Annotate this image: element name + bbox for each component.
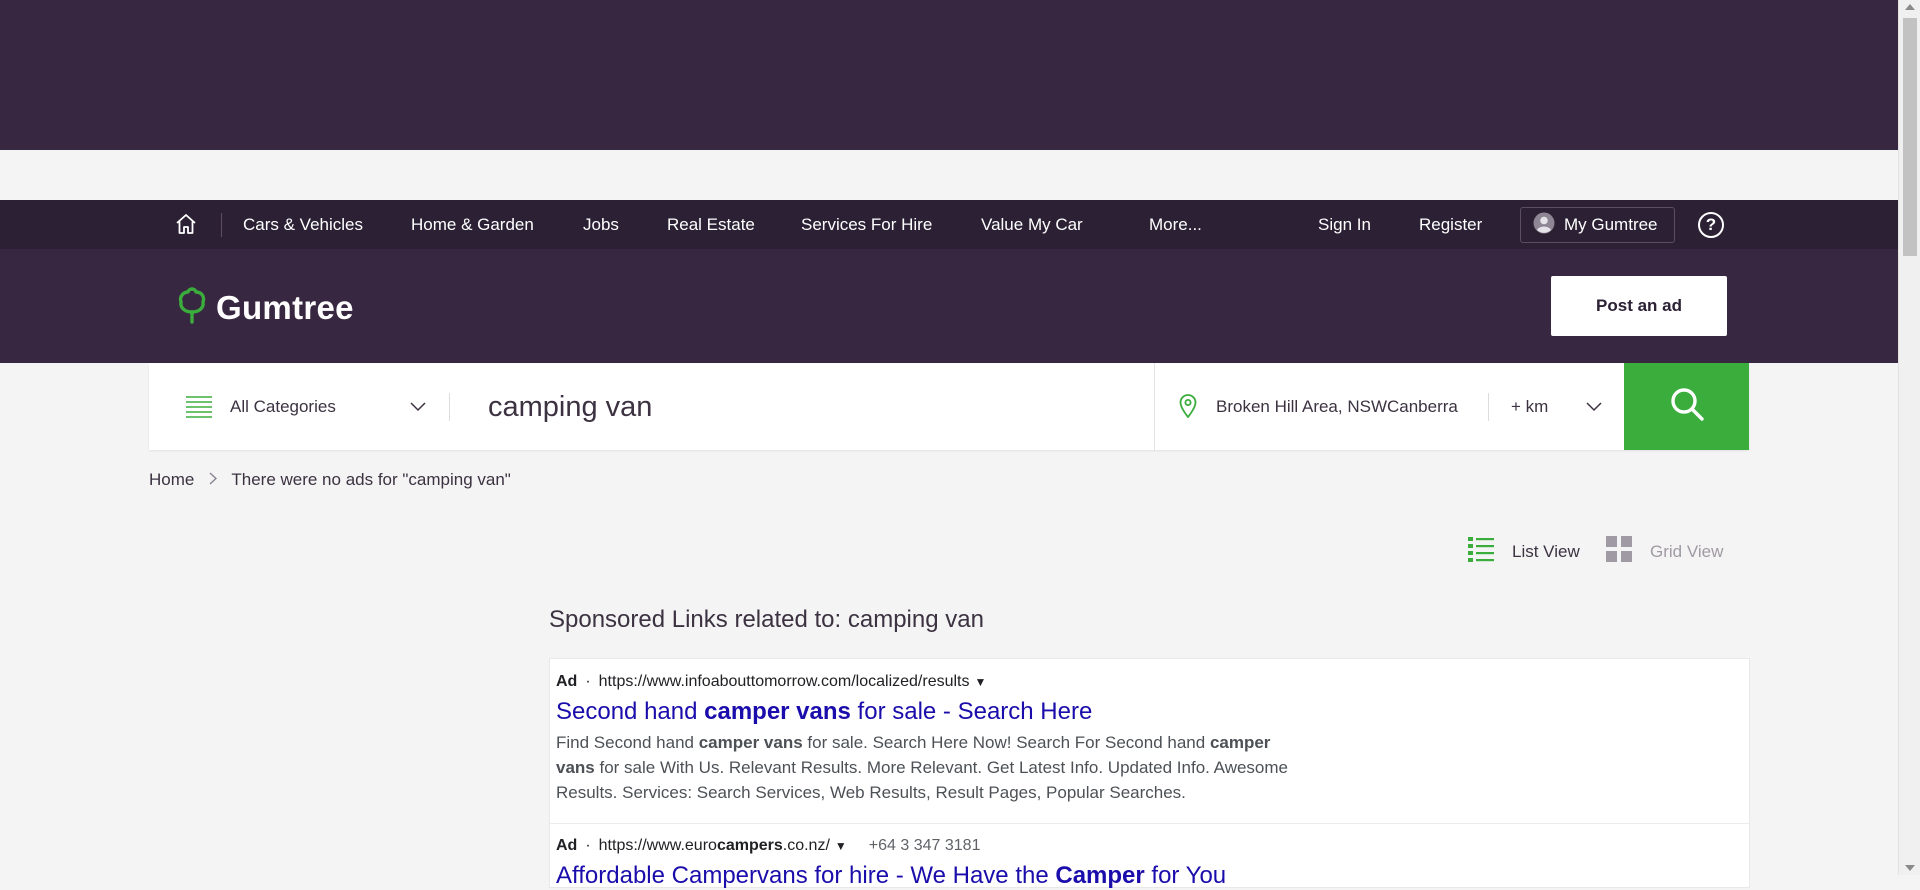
location-pin-icon <box>1179 394 1197 423</box>
ad-phone[interactable]: +64 3 347 3181 <box>869 837 981 855</box>
sponsored-ads-box: Ad · https://www.infoabouttomorrow.com/l… <box>549 658 1750 890</box>
ad-badge: Ad <box>556 837 578 854</box>
list-lines-icon <box>186 395 212 424</box>
breadcrumb-home[interactable]: Home <box>149 470 194 490</box>
grid-view-toggle[interactable]: Grid View <box>1606 536 1723 567</box>
grid-view-label: Grid View <box>1650 541 1724 561</box>
list-view-label: List View <box>1512 541 1580 561</box>
location-select[interactable]: Broken Hill Area, NSWCanberra + km <box>1154 363 1624 450</box>
post-ad-button[interactable]: Post an ad <box>1551 276 1727 336</box>
tree-logo-icon <box>176 286 208 329</box>
breadcrumb: Home There were no ads for "camping van" <box>149 470 511 490</box>
ad-divider <box>550 823 1749 824</box>
sponsored-links-title: Sponsored Links related to: camping van <box>549 606 984 633</box>
grid-view-icon <box>1606 536 1632 567</box>
chevron-right-icon <box>209 470 218 490</box>
logo-text: Gumtree <box>216 288 354 326</box>
nav-item-cars-vehicles[interactable]: Cars & Vehicles <box>243 200 363 249</box>
category-label: All Categories <box>230 397 336 416</box>
ad-badge: Ad <box>556 673 578 690</box>
my-gumtree-label: My Gumtree <box>1564 215 1658 234</box>
radius-select[interactable]: + km <box>1511 363 1548 450</box>
nav-item-services-for-hire[interactable]: Services For Hire <box>801 200 932 249</box>
search-bar: All Categories Broken Hill Area, NSWCanb… <box>149 363 1749 450</box>
list-view-toggle[interactable]: List View <box>1468 536 1580 567</box>
caret-down-icon[interactable]: ▼ <box>974 675 986 689</box>
ad-separator-dot: · <box>585 837 591 854</box>
search-icon <box>1669 386 1705 427</box>
ad-url[interactable]: https://www.eurocampers.co.nz/ <box>599 837 830 855</box>
help-icon[interactable]: ? <box>1698 212 1724 238</box>
category-divider <box>449 393 450 421</box>
ad-description: Find Second hand camper vans for sale. S… <box>556 733 1288 802</box>
banner-spacer <box>0 150 1898 200</box>
scrollbar-thumb[interactable] <box>1903 18 1917 256</box>
sponsored-ad: Ad · https://www.eurocampers.co.nz/ ▼ +6… <box>556 837 1736 890</box>
category-select[interactable]: All Categories <box>149 363 449 450</box>
top-nav-bar: Cars & Vehicles Home & Garden Jobs Real … <box>0 200 1898 249</box>
my-gumtree-button[interactable]: My Gumtree <box>1520 207 1675 243</box>
radius-divider <box>1488 393 1489 421</box>
register-link[interactable]: Register <box>1419 200 1482 249</box>
ad-title-link[interactable]: Second hand camper vans for sale - Searc… <box>556 698 1736 726</box>
nav-item-more[interactable]: More... <box>1149 200 1202 249</box>
nav-divider <box>221 213 222 237</box>
page-scrollbar[interactable] <box>1898 0 1920 875</box>
chevron-down-icon <box>1586 399 1602 417</box>
top-ad-banner <box>0 0 1898 150</box>
home-icon[interactable] <box>173 211 199 237</box>
nav-item-jobs[interactable]: Jobs <box>583 200 619 249</box>
location-value: Broken Hill Area, NSWCanberra <box>1216 397 1458 416</box>
sign-in-link[interactable]: Sign In <box>1318 200 1371 249</box>
nav-item-value-my-car[interactable]: Value My Car <box>981 200 1083 249</box>
avatar-icon <box>1533 212 1555 239</box>
nav-item-home-garden[interactable]: Home & Garden <box>411 200 534 249</box>
search-button[interactable] <box>1624 363 1749 450</box>
gumtree-logo[interactable]: Gumtree <box>176 286 354 329</box>
breadcrumb-current: There were no ads for "camping van" <box>231 470 511 489</box>
scroll-up-arrow-icon[interactable] <box>1905 4 1915 10</box>
scroll-down-arrow-icon[interactable] <box>1905 865 1915 871</box>
caret-down-icon[interactable]: ▼ <box>835 839 847 853</box>
ad-title-link[interactable]: Affordable Campervans for hire - We Have… <box>556 862 1736 890</box>
list-view-icon <box>1468 536 1494 567</box>
chevron-down-icon <box>410 399 426 417</box>
ad-separator-dot: · <box>585 673 591 690</box>
sponsored-ad: Ad · https://www.infoabouttomorrow.com/l… <box>556 673 1736 805</box>
nav-item-real-estate[interactable]: Real Estate <box>667 200 755 249</box>
ad-url[interactable]: https://www.infoabouttomorrow.com/locali… <box>599 673 970 691</box>
